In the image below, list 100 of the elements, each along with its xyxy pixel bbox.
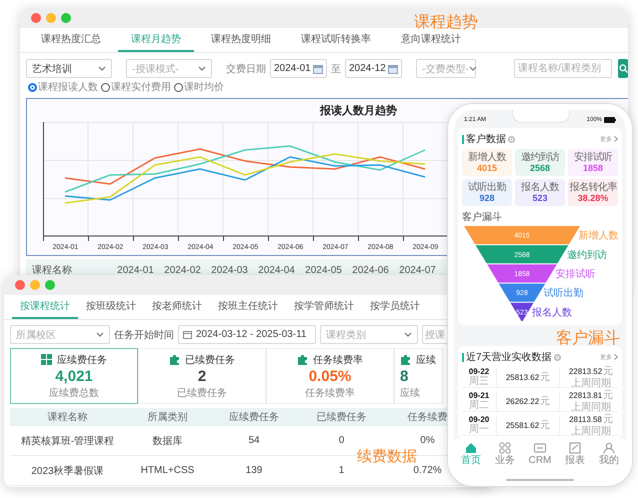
date-range-field[interactable]: 2024-03-12 - 2025-03-11	[178, 325, 316, 344]
funnel-label: 报名人数	[532, 307, 572, 318]
column-header: 2024-04	[257, 264, 296, 276]
tab[interactable]: 按老师统计	[144, 295, 210, 319]
tab[interactable]: 按班主任统计	[210, 295, 286, 319]
puzzle-icon	[297, 354, 308, 365]
radio-option[interactable]: 课时均价	[174, 80, 224, 94]
column-header: 任务续费	[406, 410, 448, 424]
weekday-label: 周二	[469, 400, 489, 410]
column-header: 2024-06	[351, 264, 390, 276]
accent-bar	[462, 352, 464, 362]
home-icon	[464, 442, 477, 454]
chart-icon	[569, 442, 582, 454]
date-to-field[interactable]: 2024-12	[345, 59, 402, 78]
tab[interactable]: 课程试听转换率	[288, 28, 384, 52]
stat-title: 应续费任务	[57, 354, 107, 366]
stat-card[interactable]: 应续 8 应续	[394, 348, 443, 404]
maximize-button[interactable]	[61, 13, 71, 23]
table-cell-text: 1	[338, 465, 346, 476]
stat-value: 0.05%	[308, 368, 352, 384]
date-from-field[interactable]: 2024-01	[270, 59, 327, 78]
metric-card[interactable]: 新增人数 4015	[462, 149, 512, 176]
stat-caption: 任务续费率	[305, 386, 355, 400]
table-cell-text: 139	[244, 465, 264, 476]
column-header: 已续费任务	[316, 410, 368, 424]
metric-card[interactable]: 邀约到访 2568	[515, 149, 565, 176]
tab-bar-item[interactable]: 报表	[565, 442, 586, 466]
stat-caption: 已续费任务	[177, 386, 227, 400]
stat-card[interactable]: 任务续费率 0.05% 任务续费率	[266, 348, 394, 404]
minimize-button[interactable]	[46, 13, 56, 23]
weekday-label: 周一	[469, 424, 489, 434]
tab[interactable]: 课程热度汇总	[28, 28, 114, 52]
weekday-label: 周三	[469, 376, 489, 386]
table-cell-text: 0	[338, 435, 346, 446]
revenue-amount: 25813.62	[506, 372, 540, 382]
search-field[interactable]: 课程名称/课程类别	[514, 59, 612, 78]
metric-card[interactable]: 试听出勤 928	[462, 179, 512, 206]
stat-card[interactable]: 已续费任务 2 已续费任务	[138, 348, 266, 404]
close-button[interactable]	[15, 280, 25, 290]
tab[interactable]: 按班级统计	[78, 295, 144, 319]
metric-card[interactable]: 报名转化率 38.28%	[568, 179, 618, 206]
column-header: 2024-07	[398, 264, 437, 276]
revenue-date: 09-21	[468, 390, 490, 400]
column-header: 2024-03	[210, 264, 249, 276]
tab[interactable]: 按学管师统计	[286, 295, 362, 319]
calendar-icon	[388, 64, 398, 74]
calendar-icon	[183, 330, 192, 339]
column-header: 2024-01	[116, 264, 155, 276]
stat-caption: 应续	[400, 386, 420, 400]
close-button[interactable]	[31, 13, 41, 23]
tab-bar-item[interactable]: 业务	[494, 442, 515, 466]
tab[interactable]: 按学员统计	[362, 295, 428, 319]
stat-card[interactable]: 应续费任务 4,021 应续费总数	[10, 348, 138, 404]
tab-bar-item[interactable]: 我的	[599, 442, 620, 466]
table-cell-text: 2023秋季暑假课	[30, 464, 105, 478]
tab[interactable]: 课程热度明细	[198, 28, 284, 52]
currency-unit: 元	[603, 365, 614, 378]
grid-icon	[498, 442, 511, 454]
table-cell-text: HTML+CSS	[140, 465, 196, 476]
funnel-label: 新增人数	[578, 230, 618, 242]
maximize-button[interactable]	[45, 280, 55, 290]
currency-unit: 元	[602, 413, 613, 426]
funnel-label: 安排试听	[555, 269, 596, 280]
funnel-title: 客户漏斗	[462, 210, 503, 224]
date-separator: 至	[331, 62, 341, 76]
compare-amount: 22813.52	[568, 367, 602, 376]
search-button[interactable]	[618, 59, 628, 78]
column-header: 2024-02	[163, 264, 202, 276]
radio-option[interactable]: 课程报读人数	[28, 80, 98, 94]
grid-icon	[41, 354, 52, 365]
currency-unit: 元	[603, 389, 614, 402]
course-type-select[interactable]: 艺术培训	[26, 59, 112, 78]
callout-label: 客户漏斗	[556, 328, 620, 349]
metric-card[interactable]: 安排试听 1858	[568, 149, 618, 176]
table-cell-text: 0.72%	[412, 465, 443, 476]
radio-option[interactable]: 课程实付费用	[101, 80, 171, 94]
tab-bar-item[interactable]: CRM	[528, 442, 552, 466]
home-indicator	[506, 479, 574, 481]
metric-card[interactable]: 报名人数 523	[515, 179, 565, 206]
tab[interactable]: 按课程统计	[12, 295, 78, 319]
stat-value: 2	[198, 368, 206, 384]
compare-label: 上周同期	[571, 426, 611, 437]
funnel-label: 试听出勤	[544, 288, 584, 300]
currency-unit: 元	[540, 394, 550, 408]
table-cell-text: 0%	[419, 435, 436, 446]
column-header: 应续费任务	[228, 410, 280, 424]
stat-title: 任务续费率	[313, 354, 363, 366]
column-header: 2024-05	[304, 264, 343, 276]
chart-title: 报读人数月趋势	[320, 104, 397, 118]
section-title: 近7天营业实收数据	[466, 350, 552, 364]
table-cell-text: 数据库	[152, 434, 184, 448]
column-header: 课程名称	[31, 264, 73, 277]
caret-down-icon	[404, 332, 412, 337]
stat-title: 已续费任务	[185, 354, 235, 366]
compare-amount: 28113.58	[569, 415, 602, 424]
revenue-amount: 25581.62	[506, 420, 540, 430]
tab[interactable]: 课程月趋势	[118, 28, 194, 52]
date-label: 交费日期	[226, 62, 266, 76]
minimize-button[interactable]	[30, 280, 40, 290]
table-cell-text: 54	[247, 435, 261, 446]
